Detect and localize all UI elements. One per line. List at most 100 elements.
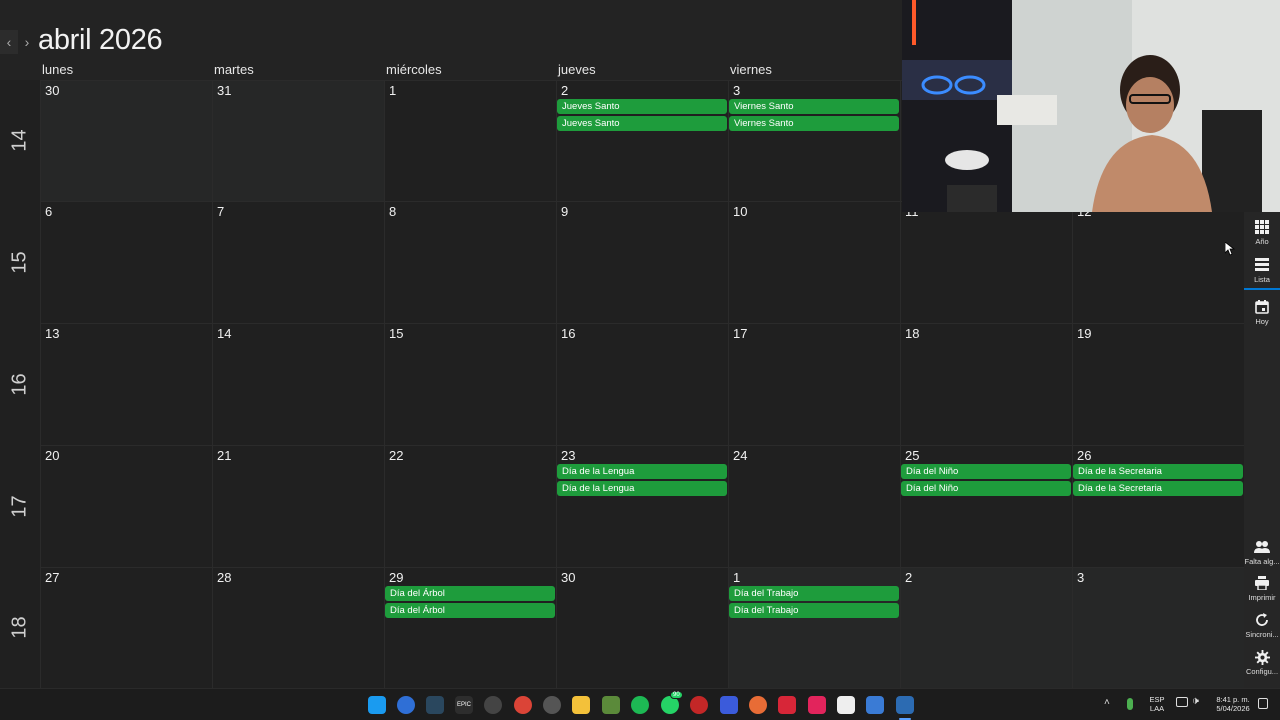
store-icon[interactable] <box>866 696 884 714</box>
day-number: 1 <box>389 83 397 98</box>
list-view-button[interactable]: Lista <box>1244 258 1280 284</box>
list-icon <box>1244 258 1280 274</box>
event-dia-nino[interactable]: Día del Niño <box>901 481 1071 496</box>
missing-holiday-button[interactable]: Falta alg... <box>1244 540 1280 566</box>
spotify-icon[interactable] <box>631 696 649 714</box>
file-explorer-icon[interactable] <box>572 696 590 714</box>
record-app-icon[interactable] <box>690 696 708 714</box>
event-viernes-santo[interactable]: Viernes Santo <box>729 99 899 114</box>
windows-start-icon[interactable] <box>368 696 386 714</box>
day-cell[interactable]: 7 <box>212 201 384 323</box>
sync-label: Sincroni... <box>1245 630 1279 639</box>
day-cell[interactable]: 14 <box>212 323 384 445</box>
day-cell[interactable]: 1 <box>384 80 556 201</box>
day-number: 6 <box>45 204 53 219</box>
search-icon[interactable] <box>397 696 415 714</box>
tiktok-icon[interactable] <box>808 696 826 714</box>
day-cell[interactable]: 19 <box>1072 323 1244 445</box>
minecraft-icon[interactable] <box>602 696 620 714</box>
previous-month-button[interactable]: ‹ <box>0 30 18 54</box>
day-cell[interactable]: 30 <box>556 567 728 688</box>
day-cell[interactable]: 18 <box>900 323 1072 445</box>
event-dia-lengua[interactable]: Día de la Lengua <box>557 481 727 496</box>
event-jueves-santo[interactable]: Jueves Santo <box>557 99 727 114</box>
year-view-button[interactable]: Año <box>1244 220 1280 246</box>
clock[interactable]: 8:41 p. m. 5/04/2026 <box>1208 695 1258 713</box>
settings-button[interactable]: Configu... <box>1244 650 1280 676</box>
steam-icon[interactable] <box>426 696 444 714</box>
today-button[interactable]: Hoy <box>1244 300 1280 326</box>
notifications-icon[interactable] <box>1258 698 1268 709</box>
volume-icon[interactable]: 🕩 <box>1192 695 1199 708</box>
day-cell[interactable]: 6 <box>40 201 212 323</box>
whatsapp-icon[interactable]: 90 <box>661 691 683 714</box>
capcut-icon[interactable] <box>837 696 855 714</box>
calendar-app-taskbar-icon[interactable] <box>896 696 914 714</box>
day-cell[interactable]: 13 <box>40 323 212 445</box>
day-cell[interactable]: 30 <box>40 80 212 201</box>
day-number: 18 <box>905 326 920 341</box>
event-dia-trabajo[interactable]: Día del Trabajo <box>729 603 899 618</box>
weekday-header-tuesday: martes <box>214 62 254 77</box>
event-dia-arbol[interactable]: Día del Árbol <box>385 586 555 601</box>
event-dia-secretaria[interactable]: Día de la Secretaria <box>1073 481 1243 496</box>
day-cell[interactable]: 8 <box>384 201 556 323</box>
day-cell[interactable]: 21 <box>212 445 384 567</box>
epic-games-icon[interactable]: EPIC <box>455 696 473 714</box>
windows-taskbar: EPIC 90 ˄ ESP LAA 🕩 8:41 p. m. 5/04/2026 <box>0 688 1280 720</box>
day-cell[interactable]: 2 <box>900 567 1072 688</box>
event-dia-lengua[interactable]: Día de la Lengua <box>557 464 727 479</box>
calendar-today-icon <box>1244 300 1280 316</box>
settings-app-icon[interactable] <box>543 696 561 714</box>
day-cell[interactable]: 31 <box>212 80 384 201</box>
microphone-icon[interactable] <box>1127 698 1133 710</box>
year-view-label: Año <box>1255 237 1269 246</box>
day-cell[interactable]: 16 <box>556 323 728 445</box>
chrome-icon[interactable] <box>514 696 532 714</box>
missing-holiday-label: Falta alg... <box>1244 557 1280 566</box>
week-number: 14 <box>8 129 31 152</box>
event-dia-nino[interactable]: Día del Niño <box>901 464 1071 479</box>
firefox-icon[interactable] <box>749 696 767 714</box>
week-number: 17 <box>8 494 31 518</box>
week-number: 15 <box>8 250 31 274</box>
calendar-app: ‹ › abril 2026 lunes martes miércoles ju… <box>0 0 1280 688</box>
day-cell[interactable]: 20 <box>40 445 212 567</box>
webcam-image <box>902 0 1280 212</box>
event-jueves-santo[interactable]: Jueves Santo <box>557 116 727 131</box>
show-hidden-icons-icon[interactable]: ˄ <box>1104 697 1110 708</box>
language-indicator[interactable]: ESP LAA <box>1146 695 1168 713</box>
day-cell[interactable]: 15 <box>384 323 556 445</box>
day-cell[interactable]: 12 <box>1072 201 1244 323</box>
day-number: 29 <box>389 570 404 585</box>
event-viernes-santo[interactable]: Viernes Santo <box>729 116 899 131</box>
today-label: Hoy <box>1255 317 1269 326</box>
printer-icon <box>1244 576 1280 592</box>
day-cell[interactable]: 24 <box>728 445 900 567</box>
day-number: 20 <box>45 448 60 463</box>
clock-app-icon[interactable] <box>484 696 502 714</box>
event-dia-trabajo[interactable]: Día del Trabajo <box>729 586 899 601</box>
day-cell[interactable]: 11 <box>900 201 1072 323</box>
day-number: 2 <box>561 83 569 98</box>
weekday-header-friday: viernes <box>730 62 772 77</box>
day-cell[interactable]: 17 <box>728 323 900 445</box>
day-cell[interactable]: 9 <box>556 201 728 323</box>
bluestacks-icon[interactable] <box>720 696 738 714</box>
notes-app-icon[interactable] <box>778 696 796 714</box>
day-number: 7 <box>217 204 225 219</box>
day-number: 13 <box>45 326 60 341</box>
day-cell[interactable]: 28 <box>212 567 384 688</box>
sync-button[interactable]: Sincroni... <box>1244 613 1280 639</box>
day-cell[interactable]: 27 <box>40 567 212 688</box>
event-dia-arbol[interactable]: Día del Árbol <box>385 603 555 618</box>
day-cell[interactable]: 10 <box>728 201 900 323</box>
day-cell[interactable]: 3 <box>1072 567 1244 688</box>
network-icon[interactable] <box>1176 697 1188 707</box>
week-number: 18 <box>8 616 31 639</box>
event-dia-secretaria[interactable]: Día de la Secretaria <box>1073 464 1243 479</box>
list-view-label: Lista <box>1254 275 1270 284</box>
print-button[interactable]: Imprimir <box>1244 576 1280 602</box>
day-cell[interactable]: 22 <box>384 445 556 567</box>
next-month-button[interactable]: › <box>18 30 36 54</box>
